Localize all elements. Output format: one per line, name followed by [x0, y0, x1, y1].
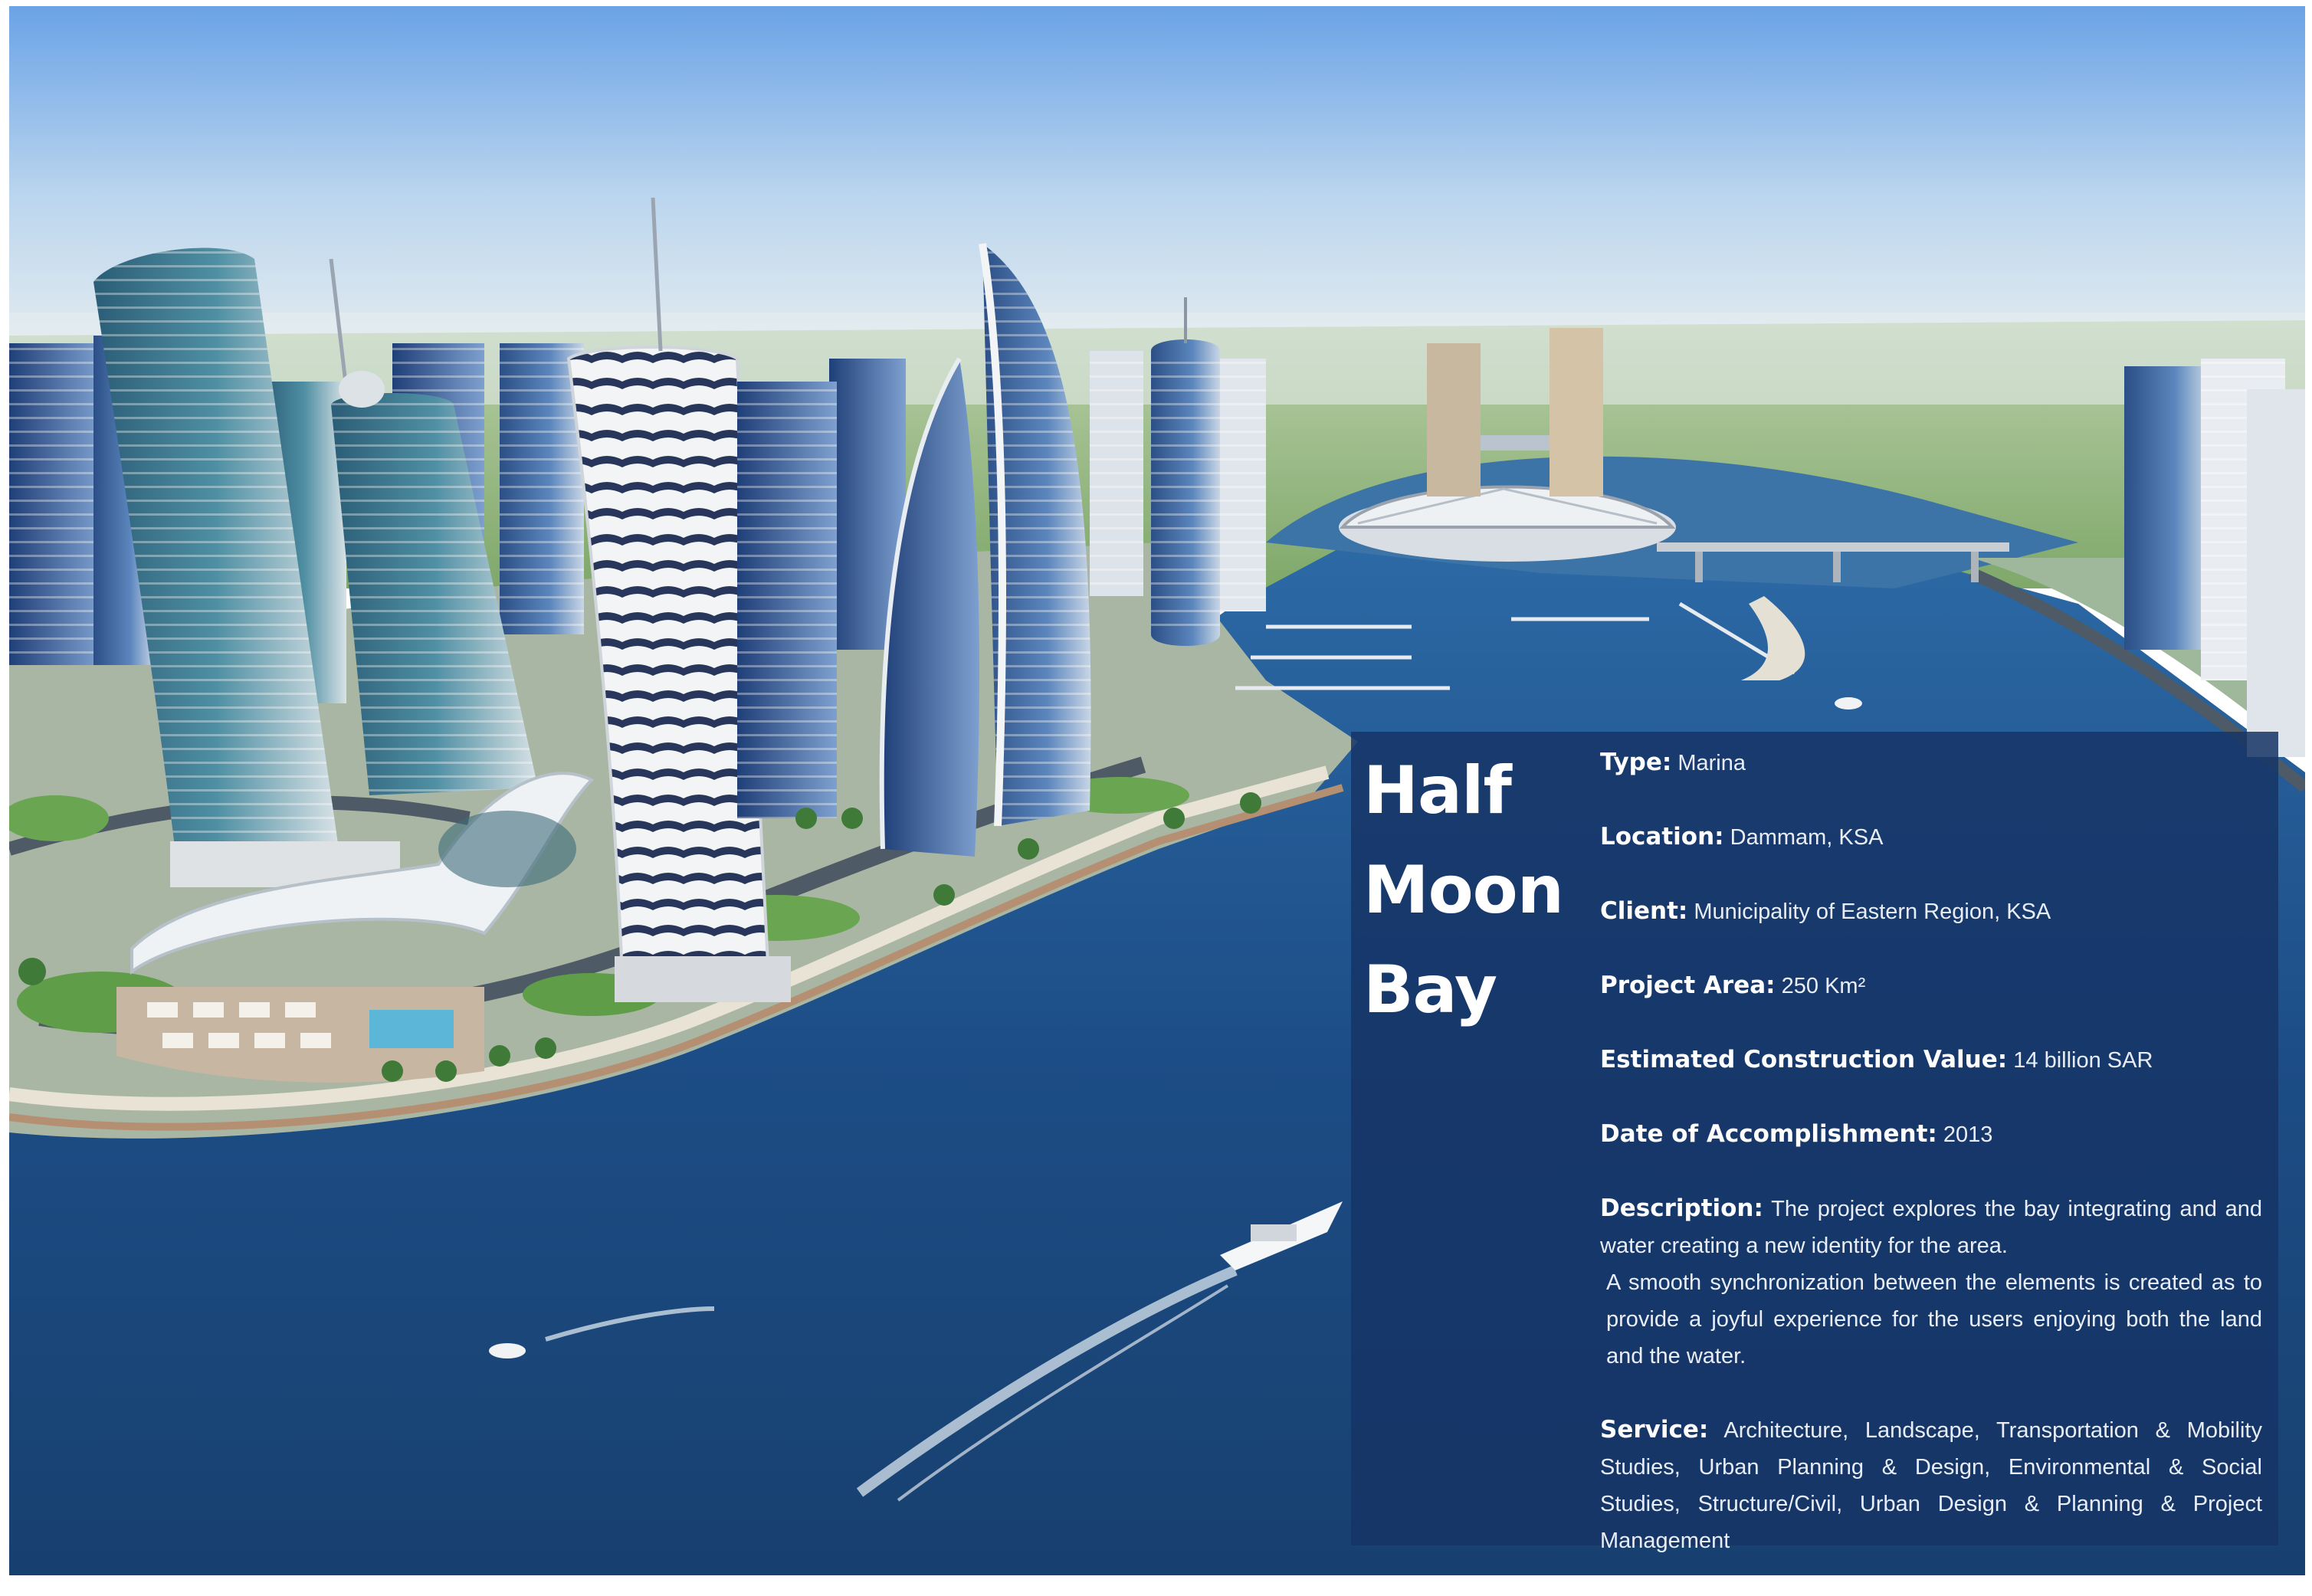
field-value: Dammam, KSA: [1730, 825, 1884, 850]
project-info-panel: Half Moon Bay Type: Marina Location: Dam…: [1351, 732, 2278, 1553]
field-label: Service:: [1600, 1416, 1709, 1444]
project-title-line: Half: [1363, 752, 1512, 829]
field-label: Client:: [1600, 897, 1688, 925]
project-title-line: Bay: [1363, 952, 1497, 1028]
field-type: Type: Marina: [1600, 744, 2262, 782]
field-label: Type:: [1600, 749, 1672, 776]
field-value: 250 Km²: [1781, 974, 1866, 998]
field-label: Description:: [1600, 1195, 1763, 1222]
field-label: Date of Accomplishment:: [1600, 1120, 1937, 1148]
field-service: Service: Architecture, Landscape, Transp…: [1600, 1411, 2262, 1559]
field-client: Client: Municipality of Eastern Region, …: [1600, 893, 2262, 930]
field-label: Project Area:: [1600, 972, 1776, 999]
field-value-continued: A smooth synchronization between the ele…: [1606, 1270, 2262, 1368]
field-construction-value: Estimated Construction Value: 14 billion…: [1600, 1041, 2262, 1079]
field-value: Municipality of Eastern Region, KSA: [1694, 900, 2051, 924]
field-label: Location:: [1600, 823, 1724, 850]
field-value: 14 billion SAR: [2013, 1048, 2153, 1073]
project-title-line: Moon: [1363, 852, 1564, 929]
field-date: Date of Accomplishment: 2013: [1600, 1116, 2262, 1153]
field-label: Estimated Construction Value:: [1600, 1046, 2008, 1073]
project-title: Half Moon Bay: [1363, 741, 1593, 1040]
field-value: Marina: [1677, 751, 1746, 775]
field-value: 2013: [1943, 1122, 1993, 1147]
field-project-area: Project Area: 250 Km²: [1600, 967, 2262, 1004]
field-location: Location: Dammam, KSA: [1600, 818, 2262, 856]
project-details: Type: Marina Location: Dammam, KSA Clien…: [1600, 744, 2262, 1596]
field-description: Description: The project explores the ba…: [1600, 1190, 2262, 1375]
